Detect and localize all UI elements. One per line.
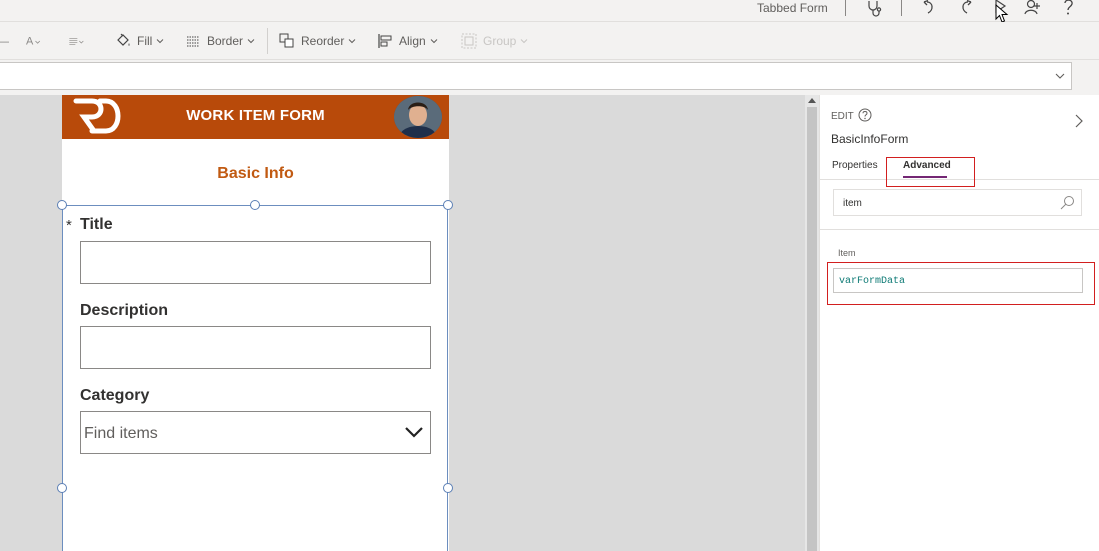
chevron-down-icon [521,39,528,44]
help-icon[interactable] [858,108,872,122]
title-separator [901,0,902,16]
description-label: Description [80,302,169,319]
font-color-button[interactable]: A [26,31,48,51]
group-label: Group [483,34,517,48]
svg-text:A: A [26,36,34,48]
text-align-icon [68,33,84,49]
stethoscope-icon[interactable] [865,0,883,18]
scroll-up-icon[interactable] [808,98,816,103]
text-align-button[interactable] [68,31,90,51]
group-button[interactable]: Group [461,31,528,51]
chevron-down-icon [430,39,438,44]
resize-handle[interactable] [250,200,260,210]
ribbon-overflow[interactable]: — [0,31,9,51]
search-icon [1060,196,1074,210]
title-bar: Tabbed Form [0,0,1099,23]
tab-properties[interactable]: Properties [832,160,878,171]
control-name: BasicInfoForm [831,132,909,146]
share-icon[interactable] [1023,0,1041,18]
search-divider [820,229,1099,230]
resize-handle[interactable] [443,200,453,210]
description-input[interactable] [80,326,431,369]
redo-icon[interactable] [956,0,974,18]
border-button[interactable]: Border [185,31,255,51]
border-label: Border [207,34,244,48]
category-placeholder: Find items [84,425,158,442]
property-search-input[interactable]: item [833,189,1082,216]
ribbon-separator [267,28,268,54]
scrollbar-thumb[interactable] [807,107,817,551]
app-screen[interactable]: WORK ITEM FORM Basic Info * Title Descri… [57,95,453,551]
help-icon[interactable] [1060,0,1078,18]
section-title: Basic Info [217,165,294,182]
chevron-down-icon [349,39,356,44]
paint-bucket-icon [115,33,131,49]
header-bar: WORK ITEM FORM [62,95,449,139]
fill-label: Fill [137,34,153,48]
title-separator [845,0,846,16]
undo-icon[interactable] [921,0,939,18]
reorder-label: Reorder [301,34,345,48]
resize-handle[interactable] [443,483,453,493]
canvas-scrollbar[interactable] [805,95,819,551]
edit-label: EDIT [831,111,854,122]
chevron-down-icon [156,39,164,44]
align-label: Align [399,34,426,48]
app-title: Tabbed Form [757,1,828,15]
avatar [394,96,442,138]
item-field-highlight [827,262,1095,305]
ribbon-toolbar: — A Fill Border Reorder Align Group [0,22,1099,60]
property-label: Item [838,248,856,258]
font-color-icon: A [26,33,42,49]
search-value: item [843,198,862,209]
header-title: WORK ITEM FORM [186,107,325,124]
required-marker: * [66,217,72,234]
group-icon [461,33,477,49]
align-icon [377,33,393,49]
border-icon [185,33,201,49]
chevron-down-icon[interactable] [1055,72,1065,80]
chevron-down-icon [247,39,255,44]
category-label: Category [80,387,150,404]
formula-bar[interactable] [0,62,1072,90]
chevron-right-icon[interactable] [1074,113,1084,129]
category-combobox[interactable]: Find items [80,411,431,454]
align-button[interactable]: Align [377,31,438,51]
resize-handle[interactable] [57,200,67,210]
reorder-button[interactable]: Reorder [279,31,356,51]
chevron-down-icon[interactable] [404,426,424,438]
title-label: Title [80,216,113,233]
title-input[interactable] [80,241,431,284]
reorder-icon [279,33,295,49]
fill-button[interactable]: Fill [115,31,164,51]
advanced-tab-highlight [886,157,975,187]
resize-handle[interactable] [57,483,67,493]
